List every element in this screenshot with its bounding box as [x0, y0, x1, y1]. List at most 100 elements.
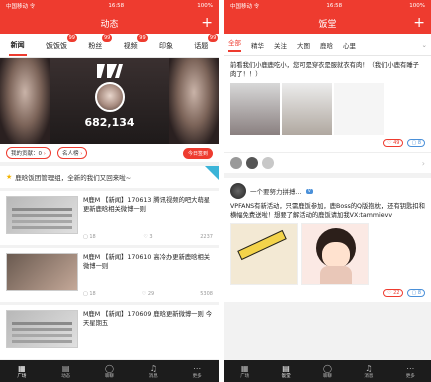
chat-icon: ◯ — [322, 363, 332, 373]
right-phone-screen: 中国移动 令 16:58 100% 饭堂 + 全部 精华 关注 大图 鹿晗 心里… — [224, 0, 431, 382]
tab-label: 粉丝 — [88, 41, 103, 50]
comment-button[interactable]: ▢ 8 — [407, 139, 425, 147]
tab-following[interactable]: 关注 — [274, 40, 287, 50]
tab-all[interactable]: 全部 — [228, 37, 241, 52]
tab-badge: 99 — [207, 33, 219, 42]
title-bar: 饭堂 + — [224, 12, 431, 34]
post-photo[interactable] — [230, 83, 280, 135]
sign-in-button[interactable]: 今日签到 — [182, 147, 213, 159]
nav-square[interactable]: ▦ 广场 — [17, 364, 26, 379]
rank-pill[interactable]: 名人榜 › — [56, 147, 88, 159]
document-icon: ▤ — [282, 363, 290, 373]
comment-icon: ▢ — [83, 234, 88, 240]
tab-news[interactable]: 新闻 — [8, 36, 27, 56]
like-count: ♡ 29 — [141, 291, 155, 297]
chevron-right-icon: › — [80, 151, 83, 157]
grid-icon: ▦ — [18, 363, 26, 373]
like-count: ♡ 3 — [143, 234, 153, 240]
club-avatar[interactable] — [94, 82, 125, 112]
tab-bar: 新闻 饭饭饭 99 粉丝 99 视频 99 印象 话题 99 — [0, 33, 219, 58]
nav-more[interactable]: ⋯ 更多 — [193, 364, 202, 379]
carrier: 中国移动 令 — [6, 4, 36, 10]
tab-label: 印象 — [158, 41, 173, 50]
author-name: 一个要努力拼搏... — [250, 188, 302, 196]
title-bar: 动态 + — [0, 12, 219, 34]
nav-messages[interactable]: ♫ 消息 — [149, 364, 158, 379]
tab-impression[interactable]: 印象 — [157, 37, 175, 55]
post-thumbnail — [6, 310, 78, 348]
comment-button[interactable]: ▢ 8 — [407, 289, 425, 297]
contribution-pill[interactable]: 我的贡献：0 › — [6, 147, 51, 159]
bottom-nav: ▦ 广场 ▤ 饭堂 ◯ 聊聊 ♫ 消息 ⋯ 更多 — [224, 360, 431, 382]
list-item[interactable]: M鹿M 【新闻】170613 腾讯视频的吧大萌星更新鹿晗相关微博一则 ▢ 18 … — [0, 191, 219, 245]
nav-square[interactable]: ▦ 广场 — [240, 364, 249, 379]
club-logo-icon — [96, 64, 123, 78]
tab-fans[interactable]: 粉丝 99 — [86, 33, 113, 55]
like-icon: ♡ — [143, 234, 148, 240]
add-icon[interactable]: + — [413, 13, 425, 33]
contribution-label: 我的贡献：0 — [11, 151, 42, 157]
battery: 100% — [197, 3, 213, 9]
post-photo[interactable] — [282, 83, 332, 135]
tab-featured[interactable]: 精华 — [251, 40, 264, 50]
clock: 16:58 — [108, 3, 125, 9]
nav-messages[interactable]: ♫ 消息 — [364, 364, 373, 379]
like-icon: ♡ — [141, 291, 147, 297]
view-count: 5308 — [200, 291, 213, 297]
comment-count: ▢ 18 — [83, 234, 96, 240]
list-item[interactable]: M鹿M 【新闻】170610 高冷办更新鹿晗相关微博一则 ▢ 18 ♡ 29 5… — [0, 248, 219, 302]
post-actions: ♡ 22 ▢ 8 — [230, 289, 425, 297]
bell-icon: ♫ — [149, 363, 157, 373]
nav-more[interactable]: ⋯ 更多 — [406, 364, 415, 379]
announcement-text: 鹿晗饭团管理组，全新的我们又回来啦~ — [15, 174, 132, 182]
post-title: M鹿M 【新闻】170610 高冷办更新鹿晗相关微博一则 — [83, 254, 211, 270]
comment-count: ▢ 18 — [83, 291, 96, 297]
tab-big-image[interactable]: 大图 — [297, 40, 310, 50]
post-photo[interactable] — [230, 223, 298, 285]
tab-video[interactable]: 视频 99 — [122, 33, 148, 55]
tab-badge: 99 — [101, 33, 113, 42]
like-button[interactable]: ♡ 22 — [383, 289, 404, 297]
list-item[interactable]: M鹿M 【新闻】170609 鹿晗更新微博一则 今天星期五 — [0, 305, 219, 359]
post-title: M鹿M 【新闻】170613 腾讯视频的吧大萌星更新鹿晗相关微博一则 — [83, 197, 211, 213]
nav-canteen[interactable]: ▤ 饭堂 — [282, 364, 291, 379]
page-title: 饭堂 — [318, 19, 337, 30]
tab-label: 饭饭饭 — [45, 41, 67, 50]
chat-icon: ◯ — [105, 363, 114, 373]
avatar — [230, 183, 246, 199]
carrier: 中国移动 令 — [230, 4, 260, 10]
vip-badge: V — [305, 188, 313, 194]
tab-fanfan[interactable]: 饭饭饭 99 — [44, 33, 77, 55]
post-text: VPFANS有新活动，只需鹿饭参加，鹿Boss的Q版抱枕，还有钥匙扣和横幅免费送… — [230, 203, 425, 219]
tab-heart[interactable]: 心里 — [343, 40, 356, 50]
star-icon: ★ — [6, 173, 13, 181]
post-author[interactable]: 一个要努力拼搏... V — [230, 183, 425, 199]
status-bar: 中国移动 令 16:58 100% — [224, 0, 431, 12]
like-button[interactable]: ♡ 49 — [383, 139, 404, 147]
nav-chat[interactable]: ◯ 聊聊 — [323, 364, 332, 379]
tab-label: 话题 — [194, 41, 209, 50]
fan-club-banner: 682,134 — [0, 58, 219, 144]
post-photo[interactable] — [301, 223, 369, 285]
banner-photo-right — [169, 58, 219, 144]
liker-avatars[interactable]: › — [224, 152, 431, 173]
pin-corner-icon — [205, 166, 219, 180]
comment-icon: ▢ — [83, 291, 88, 297]
post-actions: ♡ 49 ▢ 8 — [230, 139, 425, 147]
tab-badge: 99 — [66, 33, 77, 42]
feed-card[interactable]: 前看我们小鹿鹿吃小，您可是穿衣是服就衣有肉！（我们小鹿有睡子肉了！！） ♡ 49… — [224, 56, 431, 152]
chevron-down-icon[interactable]: ⌄ — [422, 41, 427, 49]
tab-luhan[interactable]: 鹿晗 — [320, 40, 333, 50]
feed-card[interactable]: 一个要努力拼搏... V VPFANS有新活动，只需鹿饭参加，鹿Boss的Q版抱… — [224, 178, 431, 302]
tab-topic[interactable]: 话题 99 — [192, 33, 219, 55]
tab-badge: 99 — [137, 33, 148, 42]
banner-photo-left — [0, 58, 50, 144]
add-icon[interactable]: + — [201, 13, 213, 33]
post-thumbnail — [6, 196, 78, 234]
photo-grid — [230, 223, 425, 285]
announcement-bar[interactable]: ★ 鹿晗饭团管理组，全新的我们又回来啦~ — [0, 166, 219, 188]
nav-chat[interactable]: ◯ 聊聊 — [105, 364, 114, 379]
nav-feed[interactable]: ▤ 动态 — [61, 364, 70, 379]
post-photo[interactable] — [334, 83, 384, 135]
post-thumbnail — [6, 253, 78, 291]
